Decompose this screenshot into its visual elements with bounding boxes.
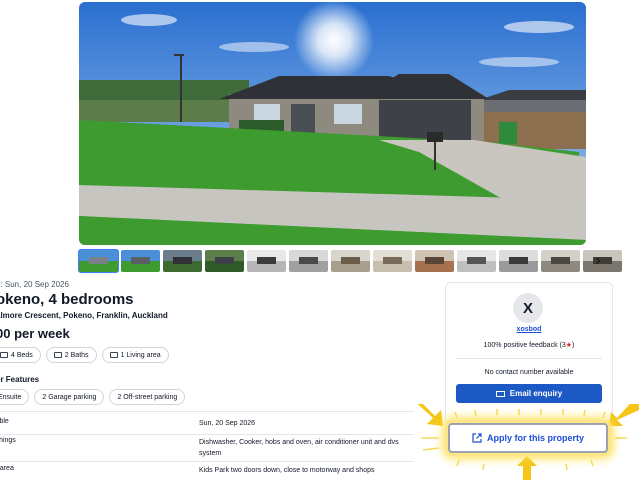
email-enquiry-button[interactable]: Email enquiry: [456, 384, 602, 403]
avatar: X: [513, 293, 543, 323]
thumbnail-strip: [78, 249, 622, 273]
arrow-up: [517, 456, 537, 480]
contact-number-status: No contact number available: [484, 369, 574, 376]
row-key: ishings: [0, 437, 16, 444]
external-link-icon: [472, 433, 482, 443]
thumbnail-subject: [256, 256, 277, 265]
property-hero-photo[interactable]: [79, 2, 586, 245]
bath-icon: [53, 352, 62, 358]
table-row: ishings Dishwasher, Cooker, hobs and ove…: [0, 434, 414, 461]
table-row: e area Kids Park two doors down, close t…: [0, 461, 414, 484]
gallery-thumbnail[interactable]: [415, 250, 454, 272]
house-photo: [79, 2, 586, 245]
seller-feedback: 100% positive feedback (3★): [446, 341, 612, 349]
feature-chip: Ensuite: [0, 389, 30, 405]
apply-label: Apply for this property: [486, 433, 584, 443]
feature-chip: 2 Off-street parking: [109, 389, 186, 405]
thumbnail-subject: [424, 256, 445, 265]
beds-chip: 4 Beds: [0, 347, 41, 363]
property-address: almore Crescent, Pokeno, Franklin, Auckl…: [0, 311, 168, 320]
gallery-thumbnail[interactable]: [78, 249, 119, 273]
gallery-thumbnail[interactable]: [499, 250, 538, 272]
divider: [456, 358, 602, 359]
thumbnail-subject: [130, 256, 151, 265]
row-value: Sun, 20 Sep 2026: [199, 420, 256, 427]
thumbnail-subject: [340, 256, 361, 265]
feature-chips: Ensuite 2 Garage parking 2 Off-street pa…: [0, 389, 186, 405]
room-chips: 4 Beds 2 Baths 1 Living area: [0, 347, 169, 363]
arrow-right: [609, 404, 639, 426]
baths-chip: 2 Baths: [45, 347, 97, 363]
row-value: Kids Park two doors down, close to motor…: [199, 467, 375, 474]
feedback-close: ): [572, 342, 575, 349]
thumbnail-subject: [172, 256, 193, 265]
living-chip: 1 Living area: [101, 347, 169, 363]
row-key: e area: [0, 465, 14, 472]
thumbnail-subject: [382, 256, 403, 265]
thumbnail-subject: [550, 256, 571, 265]
page-title: okeno, 4 bedrooms: [0, 291, 134, 308]
email-enquiry-label: Email enquiry: [509, 389, 563, 398]
gallery-thumbnail[interactable]: [457, 250, 496, 272]
apply-for-property-button[interactable]: Apply for this property: [448, 423, 608, 453]
gallery-thumbnail[interactable]: [289, 250, 328, 272]
feedback-text: 100% positive feedback (3: [483, 342, 566, 349]
arrow-left: [417, 404, 443, 426]
mail-icon: [495, 390, 505, 397]
listed-date: d: Sun, 20 Sep 2026: [0, 280, 69, 289]
thumbnail-subject: [88, 256, 109, 265]
weekly-rent: 00 per week: [0, 326, 70, 341]
gallery-thumbnail[interactable]: [541, 250, 580, 272]
thumbnail-subject: [214, 256, 235, 265]
feature-chip: 2 Garage parking: [34, 389, 105, 405]
gallery-thumbnail[interactable]: [163, 250, 202, 272]
baths-label: 2 Baths: [64, 351, 89, 359]
table-row: lable Sun, 20 Sep 2026: [0, 411, 414, 434]
beds-label: 4 Beds: [11, 351, 33, 359]
living-label: 1 Living area: [120, 351, 161, 359]
thumbnail-subject: [298, 256, 319, 265]
seller-name-link[interactable]: xosbod: [446, 326, 612, 333]
gallery-thumbnail[interactable]: [373, 250, 412, 272]
seller-card: X xosbod 100% positive feedback (3★) No …: [445, 282, 613, 424]
features-heading: er Features: [0, 375, 40, 384]
thumbnail-subject: [508, 256, 529, 265]
details-table: lable Sun, 20 Sep 2026 ishings Dishwashe…: [0, 411, 414, 484]
gallery-thumbnail[interactable]: [205, 250, 244, 272]
thumbnail-subject: [466, 256, 487, 265]
gallery-thumbnail[interactable]: [247, 250, 286, 272]
bed-icon: [0, 352, 8, 358]
sofa-icon: [109, 352, 118, 358]
row-value: Dishwasher, Cooker, hobs and oven, air c…: [199, 439, 399, 457]
row-key: lable: [0, 418, 9, 425]
gallery-thumbnail[interactable]: [331, 250, 370, 272]
chevron-right-icon[interactable]: ›: [591, 253, 605, 269]
gallery-thumbnail[interactable]: [121, 250, 160, 272]
